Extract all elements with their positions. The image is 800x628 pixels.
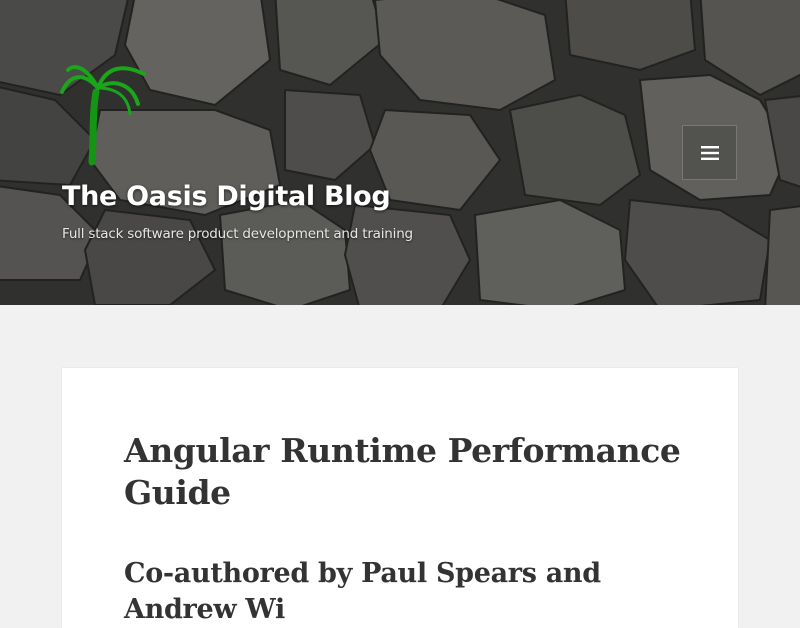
site-title[interactable]: The Oasis Digital Blog xyxy=(62,181,391,212)
post-subheading: Co-authored by Paul Spears and Andrew Wi xyxy=(124,558,601,625)
site-header: The Oasis Digital Blog Full stack softwa… xyxy=(0,0,800,305)
site-description: Full stack software product development … xyxy=(62,226,413,242)
palm-tree-icon[interactable] xyxy=(56,58,156,170)
hamburger-menu-icon xyxy=(700,145,719,160)
post-card: Angular Runtime Performance Guide Co-aut… xyxy=(62,368,738,628)
menu-toggle-button[interactable] xyxy=(682,125,737,180)
post-title[interactable]: Angular Runtime Performance Guide xyxy=(124,430,704,514)
